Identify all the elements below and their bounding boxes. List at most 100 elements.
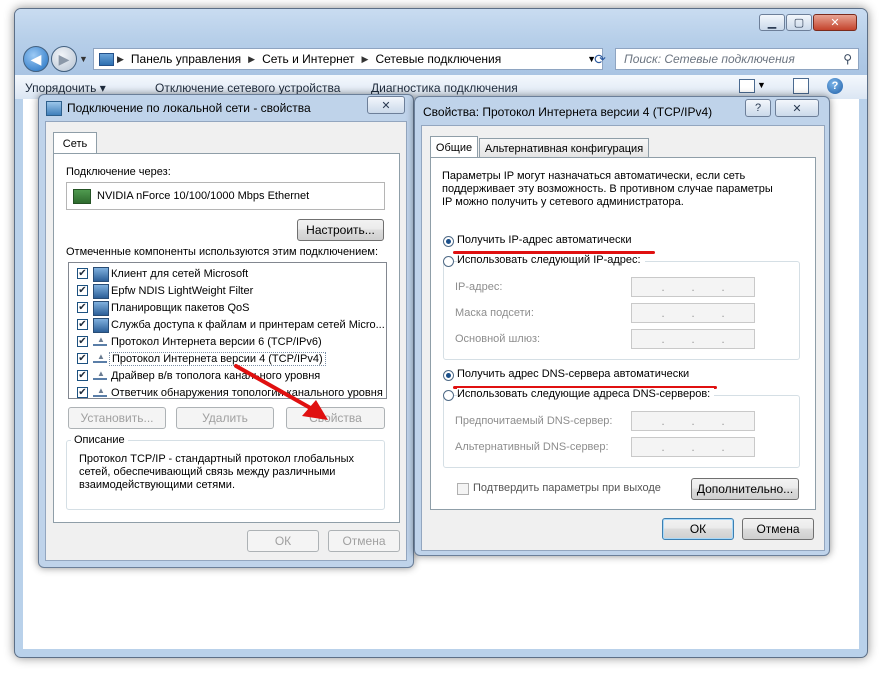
help-icon[interactable]: ? bbox=[827, 78, 843, 94]
component-checkbox[interactable]: ✔ bbox=[77, 353, 88, 364]
view-options-icon[interactable] bbox=[739, 79, 755, 93]
close-icon: ✕ bbox=[381, 99, 391, 112]
component-checkbox[interactable]: ✔ bbox=[77, 302, 88, 313]
dns-auto-label[interactable]: Получить адрес DNS-сервера автоматически bbox=[457, 368, 689, 380]
ipv4-properties-dialog: Свойства: Протокол Интернета версии 4 (T… bbox=[414, 96, 830, 556]
network-adapter-icon bbox=[46, 101, 62, 116]
dns-manual-group bbox=[443, 395, 800, 468]
search-input[interactable]: Поиск: Сетевые подключения ⚲ bbox=[615, 48, 859, 70]
install-button[interactable]: Установить... bbox=[68, 407, 166, 429]
search-placeholder: Поиск: Сетевые подключения bbox=[624, 52, 795, 66]
tab-general[interactable]: Общие bbox=[430, 136, 478, 158]
component-checkbox[interactable]: ✔ bbox=[77, 387, 88, 398]
organize-menu[interactable]: Упорядочить ▾ bbox=[25, 81, 106, 95]
network-tab-panel: Подключение через: NVIDIA nForce 10/100/… bbox=[53, 153, 400, 523]
refresh-button[interactable]: ⟳ bbox=[589, 48, 611, 70]
close-dialog-button[interactable]: ✕ bbox=[367, 96, 405, 114]
tab-label: Альтернативная конфигурация bbox=[484, 142, 644, 155]
configure-button[interactable]: Настроить... bbox=[297, 219, 384, 241]
cancel-button[interactable]: Отмена bbox=[328, 530, 400, 552]
cancel-button[interactable]: Отмена bbox=[742, 518, 814, 540]
component-checkbox[interactable]: ✔ bbox=[77, 336, 88, 347]
arrow-left-icon: ◀ bbox=[30, 50, 42, 67]
ip-address-label: IP-адрес: bbox=[455, 281, 503, 293]
forward-button[interactable]: ▶ bbox=[51, 46, 77, 72]
ip-address-field[interactable]: ... bbox=[631, 277, 755, 297]
component-list-item[interactable]: ✔ Планировщик пакетов QoS bbox=[69, 299, 386, 316]
preferred-dns-field[interactable]: ... bbox=[631, 411, 755, 431]
subnet-mask-field[interactable]: ... bbox=[631, 303, 755, 323]
component-label: Планировщик пакетов QoS bbox=[111, 301, 250, 314]
component-checkbox[interactable]: ✔ bbox=[77, 285, 88, 296]
refresh-icon: ⟳ bbox=[594, 50, 606, 67]
dialog-title: Свойства: Протокол Интернета версии 4 (T… bbox=[423, 105, 713, 119]
gateway-label: Основной шлюз: bbox=[455, 333, 541, 345]
component-checkbox[interactable]: ✔ bbox=[77, 370, 88, 381]
search-icon: ⚲ bbox=[843, 52, 852, 66]
dns-manual-radio[interactable] bbox=[443, 390, 454, 401]
ok-button[interactable]: ОК bbox=[247, 530, 319, 552]
dialog-body: Сеть Подключение через: NVIDIA nForce 10… bbox=[45, 121, 407, 561]
annotation-arrow-shaft bbox=[234, 364, 316, 412]
recent-pages-dropdown[interactable]: ▼ bbox=[79, 54, 88, 64]
validate-on-exit-checkbox[interactable] bbox=[457, 483, 469, 495]
description-text: Протокол TCP/IP - стандартный протокол г… bbox=[79, 453, 354, 491]
qos-scheduler-icon bbox=[93, 301, 109, 316]
gateway-field[interactable]: ... bbox=[631, 329, 755, 349]
ok-button[interactable]: ОК bbox=[662, 518, 734, 540]
minimize-button[interactable]: ▁ bbox=[759, 14, 785, 31]
alternate-dns-field[interactable]: ... bbox=[631, 437, 755, 457]
preview-pane-icon[interactable] bbox=[793, 78, 809, 94]
close-dialog-button[interactable]: ✕ bbox=[775, 99, 819, 117]
ip-manual-radio[interactable] bbox=[443, 256, 454, 267]
dns-manual-label[interactable]: Использовать следующие адреса DNS-сервер… bbox=[457, 388, 715, 400]
info-text: Параметры IP могут назначаться автоматич… bbox=[442, 170, 773, 208]
protocol-icon: ▲ bbox=[93, 386, 107, 397]
breadcrumb-separator-icon: ▶ bbox=[248, 53, 256, 64]
diagnose-button[interactable]: Диагностика подключения bbox=[371, 81, 518, 95]
component-list-item[interactable]: ✔ Служба доступа к файлам и принтерам сет… bbox=[69, 316, 386, 333]
ip-manual-label[interactable]: Использовать следующий IP-адрес: bbox=[457, 254, 645, 266]
protocol-icon: ▲ bbox=[93, 369, 107, 380]
breadcrumb-item[interactable]: Сетевые подключения bbox=[371, 52, 505, 66]
validate-on-exit-label[interactable]: Подтвердить параметры при выходе bbox=[473, 482, 661, 494]
advanced-button[interactable]: Дополнительно... bbox=[691, 478, 799, 500]
maximize-button[interactable]: ▢ bbox=[786, 14, 812, 31]
disable-device-button[interactable]: Отключение сетевого устройства bbox=[155, 81, 340, 95]
ip-auto-label[interactable]: Получить IP-адрес автоматически bbox=[457, 234, 631, 246]
adapter-field: NVIDIA nForce 10/100/1000 Mbps Ethernet bbox=[66, 182, 385, 210]
help-button[interactable]: ? bbox=[745, 99, 771, 117]
annotation-arrow-head bbox=[302, 400, 328, 420]
breadcrumb-item[interactable]: Сеть и Интернет bbox=[258, 52, 358, 66]
arrow-right-icon: ▶ bbox=[58, 50, 70, 67]
close-window-button[interactable]: ✕ bbox=[813, 14, 857, 31]
help-icon: ? bbox=[754, 102, 762, 114]
back-button[interactable]: ◀ bbox=[23, 46, 49, 72]
tab-alternate-config[interactable]: Альтернативная конфигурация bbox=[479, 138, 649, 158]
tab-network[interactable]: Сеть bbox=[53, 132, 97, 154]
address-bar[interactable]: ▶ Панель управления ▶ Сеть и Интернет ▶ … bbox=[93, 48, 603, 70]
radio-dot bbox=[446, 239, 451, 244]
component-list-item[interactable]: ✔ ▲ Протокол Интернета версии 6 (TCP/IPv6) bbox=[69, 333, 386, 350]
annotation-arrow bbox=[234, 364, 328, 420]
component-list-item[interactable]: ✔ Epfw NDIS LightWeight Filter bbox=[69, 282, 386, 299]
component-checkbox[interactable]: ✔ bbox=[77, 268, 88, 279]
general-tab-panel: Параметры IP могут назначаться автоматич… bbox=[430, 157, 816, 510]
components-label: Отмеченные компоненты используются этим … bbox=[66, 246, 379, 258]
protocol-icon: ▲ bbox=[93, 352, 107, 363]
dialog-body: Общие Альтернативная конфигурация Параме… bbox=[421, 125, 825, 551]
alternate-dns-label: Альтернативный DNS-сервер: bbox=[455, 441, 609, 453]
connect-using-label: Подключение через: bbox=[66, 166, 171, 178]
dns-auto-radio[interactable] bbox=[443, 370, 454, 381]
file-printer-sharing-icon bbox=[93, 318, 109, 333]
component-list-item[interactable]: ✔ Клиент для сетей Microsoft bbox=[69, 265, 386, 282]
description-group: Описание Протокол TCP/IP - стандартный п… bbox=[66, 434, 385, 510]
component-label: Epfw NDIS LightWeight Filter bbox=[111, 284, 254, 297]
breadcrumb-item[interactable]: Панель управления bbox=[127, 52, 245, 66]
description-title: Описание bbox=[71, 434, 128, 446]
component-label: Клиент для сетей Microsoft bbox=[111, 267, 249, 280]
ip-auto-radio[interactable] bbox=[443, 236, 454, 247]
component-checkbox[interactable]: ✔ bbox=[77, 319, 88, 330]
chevron-down-icon[interactable]: ▼ bbox=[757, 80, 766, 90]
lan-properties-dialog: Подключение по локальной сети - свойства… bbox=[38, 94, 414, 568]
